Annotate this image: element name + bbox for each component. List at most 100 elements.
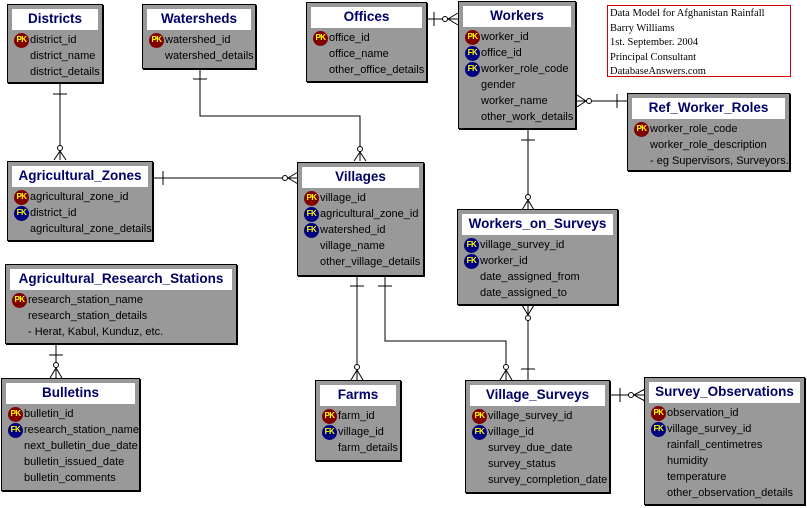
primary-key-icon: PK (304, 190, 319, 206)
attribute-list: PK worker_role_code worker_role_descriptio… (628, 121, 789, 175)
attribute-name: date_assigned_to (480, 287, 567, 299)
attribute-row: FK village_survey_id (464, 237, 617, 253)
attribute-row: office_name (313, 46, 426, 62)
entity-survey-observations[interactable]: Survey_Observations PK observation_id FK vil… (644, 377, 805, 505)
attribute-name: district_id (30, 34, 77, 46)
entity-title: Bulletins (6, 383, 135, 404)
primary-key-icon: PK (149, 32, 164, 48)
entity-title: Ref_Worker_Roles (632, 98, 785, 119)
attribute-name: village_survey_id (480, 239, 565, 251)
attribute-row: FK watershed_id (304, 222, 423, 238)
entity-agricultural-zones[interactable]: Agricultural_Zones PK agricultural_zone_id… (7, 161, 153, 241)
attribute-name: district_name (30, 50, 96, 62)
attribute-row: PK office_id (313, 30, 426, 46)
attribute-name: agricultural_zone_id (30, 191, 129, 203)
attribute-row: other_office_details (313, 62, 426, 78)
entity-watersheds[interactable]: Watersheds PK watershed_id watershed_detail… (142, 4, 256, 69)
attribute-list: PK research_station_name research_station_… (6, 292, 236, 346)
attribute-row: survey_completion_date (472, 472, 609, 488)
no-key-spacer (651, 470, 666, 485)
attribute-name: bulletin_id (24, 408, 74, 420)
rel-villages-farms (350, 276, 364, 381)
attribute-name: bulletin_issued_date (24, 456, 125, 468)
entity-workers[interactable]: Workers PK worker_id FK office_id FK worker_ro… (458, 1, 576, 129)
entity-districts[interactable]: Districts PK district_id district_namedistr… (7, 4, 103, 83)
attribute-name: research_station_details (28, 310, 148, 322)
no-key-spacer (313, 47, 328, 62)
primary-key-icon: PK (14, 32, 29, 48)
entity-title: Agricultural_Research_Stations (10, 269, 232, 290)
attribute-list: PK observation_id FK village_survey_id rainf… (645, 405, 804, 507)
primary-key-icon: PK (14, 189, 29, 205)
no-key-spacer (8, 455, 23, 470)
no-key-spacer (14, 49, 29, 64)
attribute-row: farm_details (322, 440, 400, 456)
attribute-name: worker_name (481, 95, 548, 107)
foreign-key-icon: FK (472, 424, 487, 440)
rel-worker-roles-workers (576, 94, 627, 108)
entity-title: Agricultural_Zones (12, 166, 148, 187)
attribute-row: PK farm_id (322, 408, 400, 424)
attribute-name: rainfall_centimetres (667, 439, 763, 451)
attribute-row: FK village_survey_id (651, 421, 804, 437)
attribute-row: survey_due_date (472, 440, 609, 456)
entity-title: Districts (12, 9, 98, 30)
attribute-row: FK village_id (322, 424, 400, 440)
diagram-info-note: Data Model for Afghanistan Rainfall Barr… (607, 5, 791, 77)
entity-villages[interactable]: Villages PK village_id FK agricultural_zone_… (297, 162, 424, 276)
rel-workers-workers-on-surveys (521, 129, 535, 211)
attribute-name: worker_role_description (650, 139, 767, 151)
attribute-name: district_details (30, 66, 100, 78)
attribute-name: other_work_details (481, 111, 574, 123)
primary-key-icon: PK (472, 408, 487, 424)
attribute-row: - eg Supervisors, Surveyors. (634, 153, 789, 169)
rel-agricultural-zones-villages (153, 171, 299, 185)
attribute-list: PK worker_id FK office_id FK worker_role_code… (459, 29, 575, 131)
attribute-row: PK watershed_id (149, 32, 255, 48)
foreign-key-icon: FK (8, 422, 23, 438)
attribute-name: worker_role_code (650, 123, 738, 135)
attribute-row: FK research_station_name (8, 422, 139, 438)
attribute-name: watershed_id (320, 224, 386, 236)
no-key-spacer (472, 441, 487, 456)
entity-bulletins[interactable]: Bulletins PK bulletin_id FK research_station… (1, 378, 140, 491)
no-key-spacer (472, 473, 487, 488)
rel-village-surveys-observations (611, 388, 646, 402)
attribute-name: agricultural_zone_details (30, 223, 152, 235)
entity-ref-worker-roles[interactable]: Ref_Worker_Roles PK worker_role_code worker… (627, 93, 790, 171)
attribute-name: village_id (338, 426, 384, 438)
attribute-name: office_id (481, 47, 522, 59)
no-key-spacer (313, 63, 328, 78)
attribute-list: PK farm_id FK village_id farm_details (316, 408, 400, 462)
attribute-name: humidity (667, 455, 708, 467)
attribute-row: FK worker_role_code (465, 61, 575, 77)
attribute-name: village_survey_id (488, 410, 573, 422)
attribute-row: watershed_details (149, 48, 255, 64)
attribute-name: - Herat, Kabul, Kunduz, etc. (28, 326, 164, 338)
no-key-spacer (14, 65, 29, 80)
primary-key-icon: PK (322, 408, 337, 424)
entity-agricultural-research-stations[interactable]: Agricultural_Research_Stations PK research… (5, 264, 237, 344)
attribute-row: next_bulletin_due_date (8, 438, 139, 454)
attribute-name: other_observation_details (667, 487, 793, 499)
foreign-key-icon: FK (465, 45, 480, 61)
no-key-spacer (8, 439, 23, 454)
attribute-row: PK bulletin_id (8, 406, 139, 422)
no-key-spacer (304, 255, 319, 270)
attribute-name: survey_status (488, 458, 556, 470)
foreign-key-icon: FK (322, 424, 337, 440)
entity-farms[interactable]: Farms PK farm_id FK village_id farm_details (315, 380, 401, 461)
attribute-row: rainfall_centimetres (651, 437, 804, 453)
attribute-row: FK village_id (472, 424, 609, 440)
attribute-row: FK district_id (14, 205, 152, 221)
foreign-key-icon: FK (14, 205, 29, 221)
entity-title: Village_Surveys (470, 385, 605, 406)
attribute-name: temperature (667, 471, 727, 483)
entity-title: Workers (463, 6, 571, 27)
attribute-list: PK agricultural_zone_id FK district_idagric… (8, 189, 152, 243)
attribute-row: gender (465, 77, 575, 93)
entity-village-surveys[interactable]: Village_Surveys PK village_survey_id FK vill… (465, 380, 610, 493)
entity-workers-on-surveys[interactable]: Workers_on_Surveys FK village_survey_id FK w… (457, 209, 618, 305)
foreign-key-icon: FK (465, 61, 480, 77)
entity-offices[interactable]: Offices PK office_id office_name other_offic… (306, 2, 427, 82)
